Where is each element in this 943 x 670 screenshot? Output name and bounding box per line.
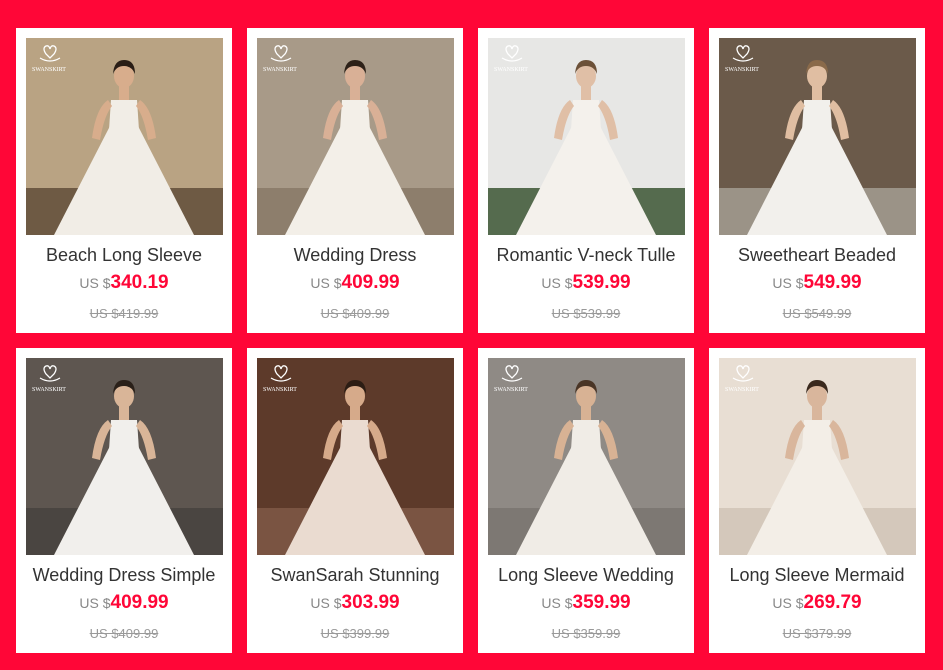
gown-bodice <box>571 100 601 130</box>
sale-price: 359.99 <box>572 592 631 613</box>
bride-photo: SWANSKIRT <box>488 358 685 555</box>
sale-price: 539.99 <box>572 272 631 293</box>
product-card[interactable]: SWANSKIRT Romantic V-neck Tulle US $539.… <box>478 28 694 333</box>
currency-prefix: US $ <box>541 595 573 611</box>
currency-prefix: US $ <box>772 275 804 291</box>
price-row: US $549.99 <box>709 272 925 294</box>
bride-photo: SWANSKIRT <box>719 38 916 235</box>
brand-logo-text: SWANSKIRT <box>263 67 297 73</box>
product-grid: SWANSKIRT Beach Long Sleeve US $340.19 U… <box>16 28 925 653</box>
product-card[interactable]: SWANSKIRT Wedding Dress US $409.99 US $4… <box>247 28 463 333</box>
product-title[interactable]: Wedding Dress <box>247 245 463 266</box>
brand-logo-text: SWANSKIRT <box>494 67 528 73</box>
original-price: US $399.99 <box>320 626 390 641</box>
product-title[interactable]: Romantic V-neck Tulle <box>478 245 694 266</box>
price-row: US $359.99 <box>478 592 694 614</box>
sale-price: 303.99 <box>341 592 400 613</box>
sale-price: 409.99 <box>341 272 400 293</box>
currency-prefix: US $ <box>310 595 342 611</box>
product-image[interactable]: SWANSKIRT <box>719 38 916 235</box>
sale-price: 340.19 <box>110 272 169 293</box>
product-image[interactable]: SWANSKIRT <box>719 358 916 555</box>
product-image[interactable]: SWANSKIRT <box>26 38 223 235</box>
original-price: US $409.99 <box>89 626 159 641</box>
bride-photo: SWANSKIRT <box>257 38 454 235</box>
product-title[interactable]: Wedding Dress Simple <box>16 565 232 586</box>
bride-photo: SWANSKIRT <box>26 358 223 555</box>
currency-prefix: US $ <box>772 595 804 611</box>
currency-prefix: US $ <box>541 275 573 291</box>
gown-bodice <box>109 100 139 130</box>
product-card[interactable]: SWANSKIRT Sweetheart Beaded US $549.99 U… <box>709 28 925 333</box>
price-row: US $409.99 <box>247 272 463 294</box>
brand-logo-text: SWANSKIRT <box>32 387 66 393</box>
price-row: US $340.19 <box>16 272 232 294</box>
price-row: US $539.99 <box>478 272 694 294</box>
product-card[interactable]: SWANSKIRT Long Sleeve Mermaid US $269.79… <box>709 348 925 653</box>
gown-bodice <box>340 420 370 450</box>
currency-prefix: US $ <box>79 275 111 291</box>
price-row: US $409.99 <box>16 592 232 614</box>
product-image[interactable]: SWANSKIRT <box>488 38 685 235</box>
brand-logo-text: SWANSKIRT <box>725 387 759 393</box>
gown-bodice <box>571 420 601 450</box>
bride-photo: SWANSKIRT <box>257 358 454 555</box>
product-card[interactable]: SWANSKIRT Wedding Dress Simple US $409.9… <box>16 348 232 653</box>
gown-bodice <box>340 100 370 130</box>
brand-logo-text: SWANSKIRT <box>494 387 528 393</box>
bride-photo: SWANSKIRT <box>719 358 916 555</box>
original-price: US $379.99 <box>782 626 852 641</box>
product-image[interactable]: SWANSKIRT <box>257 38 454 235</box>
product-card[interactable]: SWANSKIRT Beach Long Sleeve US $340.19 U… <box>16 28 232 333</box>
bride-photo: SWANSKIRT <box>26 38 223 235</box>
product-image[interactable]: SWANSKIRT <box>257 358 454 555</box>
brand-logo-text: SWANSKIRT <box>725 67 759 73</box>
product-title[interactable]: Long Sleeve Wedding <box>478 565 694 586</box>
original-price: US $539.99 <box>551 306 621 321</box>
gown-bodice <box>802 420 832 450</box>
product-image[interactable]: SWANSKIRT <box>488 358 685 555</box>
product-image[interactable]: SWANSKIRT <box>26 358 223 555</box>
product-card[interactable]: SWANSKIRT SwanSarah Stunning US $303.99 … <box>247 348 463 653</box>
currency-prefix: US $ <box>79 595 111 611</box>
product-card[interactable]: SWANSKIRT Long Sleeve Wedding US $359.99… <box>478 348 694 653</box>
price-row: US $269.79 <box>709 592 925 614</box>
gown-bodice <box>802 100 832 130</box>
sale-price: 409.99 <box>110 592 169 613</box>
product-title[interactable]: Beach Long Sleeve <box>16 245 232 266</box>
sale-price: 269.79 <box>803 592 862 613</box>
brand-logo-text: SWANSKIRT <box>32 67 66 73</box>
product-title[interactable]: Sweetheart Beaded <box>709 245 925 266</box>
currency-prefix: US $ <box>310 275 342 291</box>
product-title[interactable]: Long Sleeve Mermaid <box>709 565 925 586</box>
price-row: US $303.99 <box>247 592 463 614</box>
sale-price: 549.99 <box>803 272 862 293</box>
original-price: US $419.99 <box>89 306 159 321</box>
brand-logo-text: SWANSKIRT <box>263 387 297 393</box>
product-title[interactable]: SwanSarah Stunning <box>247 565 463 586</box>
gown-bodice <box>109 420 139 450</box>
original-price: US $549.99 <box>782 306 852 321</box>
original-price: US $359.99 <box>551 626 621 641</box>
original-price: US $409.99 <box>320 306 390 321</box>
bride-photo: SWANSKIRT <box>488 38 685 235</box>
